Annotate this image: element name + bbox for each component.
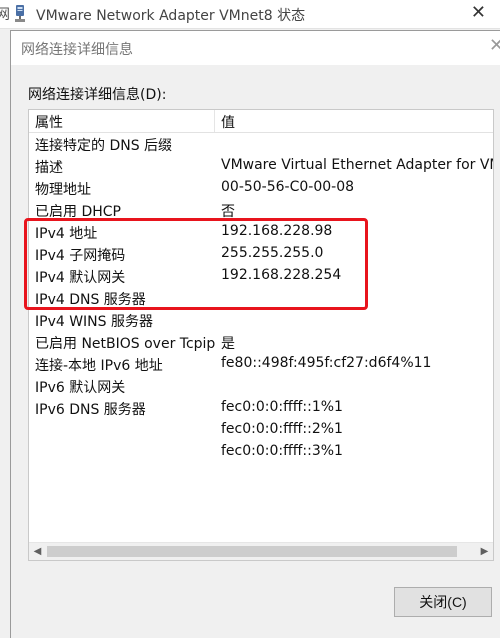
dialog-titlebar[interactable]: 网络连接详细信息 ✕: [11, 31, 500, 65]
screen: 网 VMware Network Adapter VMnet8 状态 ✕ 网络连…: [0, 0, 500, 638]
column-divider[interactable]: [214, 110, 215, 132]
property-cell: 描述: [35, 160, 63, 176]
column-header-property[interactable]: 属性: [35, 112, 63, 132]
close-button[interactable]: 关闭(C): [394, 587, 492, 617]
list-item[interactable]: fec0:0:0:ffff::2%1: [29, 419, 493, 441]
close-icon[interactable]: ✕: [489, 35, 500, 57]
property-cell: 连接特定的 DNS 后缀: [35, 138, 173, 154]
list-header: 属性 值: [29, 110, 493, 133]
scroll-left-icon[interactable]: ◀: [29, 543, 46, 560]
list-item[interactable]: 连接-本地 IPv6 地址 fe80::498f:495f:cf27:d6f4%1…: [29, 353, 493, 375]
horizontal-scrollbar[interactable]: ◀ ▶: [29, 542, 493, 560]
property-cell: IPv4 WINS 服务器: [35, 314, 153, 330]
property-cell: IPv6 DNS 服务器: [35, 402, 146, 418]
list-item[interactable]: IPv6 DNS 服务器 fec0:0:0:ffff::1%1: [29, 397, 493, 419]
network-details-dialog: 网络连接详细信息 ✕ 网络连接详细信息(D): 属性 值 连接特定的 DNS 后…: [10, 30, 500, 638]
value-cell: fe80::498f:495f:cf27:d6f4%11: [221, 355, 432, 371]
scroll-right-icon[interactable]: ▶: [476, 543, 493, 560]
background-partial-text: 网: [0, 7, 10, 23]
value-cell: 00-50-56-C0-00-08: [221, 179, 355, 195]
background-window-titlebar: 网 VMware Network Adapter VMnet8 状态 ✕: [0, 0, 500, 29]
list-item[interactable]: 描述 VMware Virtual Ethernet Adapter for VM…: [29, 155, 493, 177]
details-list-label: 网络连接详细信息(D):: [28, 87, 167, 103]
scrollbar-thumb[interactable]: [47, 546, 457, 557]
highlight-annotation: [24, 218, 368, 310]
list-item[interactable]: 已启用 NetBIOS over Tcpip 是: [29, 331, 493, 353]
value-cell: fec0:0:0:ffff::2%1: [221, 421, 343, 437]
details-listview[interactable]: 属性 值 连接特定的 DNS 后缀 描述 VMware Virtual Ether…: [28, 109, 494, 561]
background-close-icon[interactable]: ✕: [471, 2, 486, 24]
value-cell: 是: [221, 336, 235, 352]
property-cell: 已启用 NetBIOS over Tcpip: [35, 336, 216, 352]
property-cell: IPv6 默认网关: [35, 380, 126, 396]
network-adapter-icon: [12, 5, 28, 23]
property-cell: 物理地址: [35, 182, 91, 198]
dialog-title: 网络连接详细信息: [21, 42, 133, 58]
value-cell: fec0:0:0:ffff::1%1: [221, 399, 343, 415]
list-item[interactable]: IPv4 WINS 服务器: [29, 309, 493, 331]
property-cell: 连接-本地 IPv6 地址: [35, 358, 163, 374]
list-item[interactable]: 连接特定的 DNS 后缀: [29, 133, 493, 155]
background-window-title: VMware Network Adapter VMnet8 状态: [36, 8, 306, 24]
value-cell: fec0:0:0:ffff::3%1: [221, 443, 343, 459]
list-item[interactable]: 物理地址 00-50-56-C0-00-08: [29, 177, 493, 199]
list-item[interactable]: fec0:0:0:ffff::3%1: [29, 441, 493, 463]
column-header-value[interactable]: 值: [221, 112, 235, 132]
list-item[interactable]: IPv6 默认网关: [29, 375, 493, 397]
value-cell: VMware Virtual Ethernet Adapter for VMn: [221, 157, 494, 173]
